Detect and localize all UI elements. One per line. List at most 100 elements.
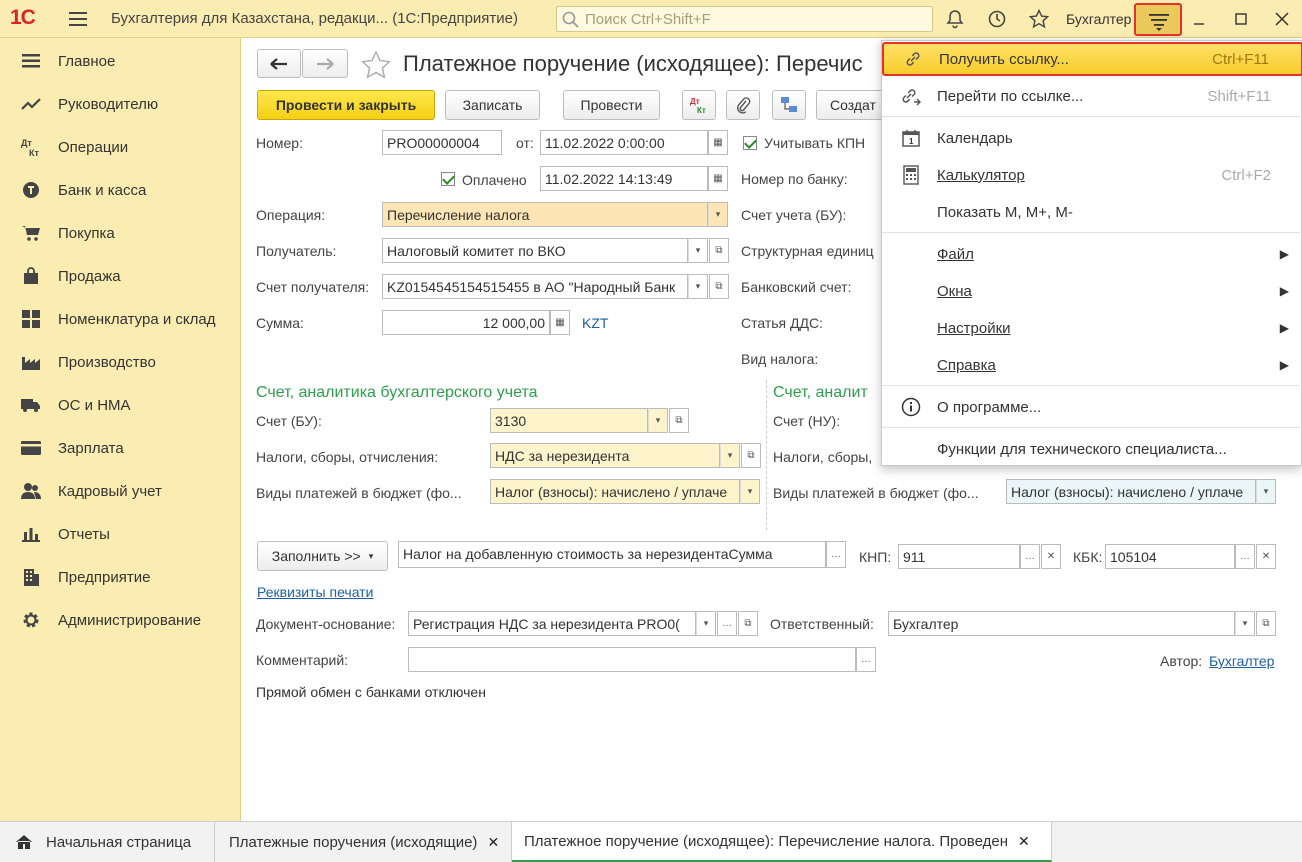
calculator-icon[interactable]: ▦ [550,310,570,335]
close-tab-icon[interactable]: ✕ [1018,833,1030,850]
kbk-select-icon[interactable]: … [1235,544,1255,569]
comment-expand-icon[interactable]: … [856,647,876,672]
menu-item-shortcut: Ctrl+F11 [1212,50,1269,68]
post-and-close-button[interactable]: Провести и закрыть [257,90,435,120]
recipient-open-icon[interactable]: ⧉ [709,238,729,263]
payments-nu-field[interactable]: Налог (взносы): начислено / уплаче [1006,479,1256,504]
sum-field[interactable]: 12 000,00 [382,310,550,335]
sidebar-item[interactable]: Продажа [0,257,240,295]
calendar-picker-icon[interactable]: ▦ [708,130,728,155]
dt-kt-button[interactable]: Дт Кт [682,90,716,120]
recipient-field[interactable]: Налоговый комитет по ВКО [382,238,688,263]
dt-kt-icon: ДтКт [21,137,41,157]
attach-button[interactable] [726,90,760,120]
kbk-clear-icon[interactable]: ✕ [1256,544,1276,569]
payment-purpose-field[interactable]: Налог на добавленную стоимость за нерези… [398,541,826,568]
sidebar-item[interactable]: Производство [0,343,240,381]
recipient-account-field[interactable]: KZ0154545154515455 в АО "Народный Банк [382,274,688,299]
forward-button[interactable] [302,49,348,78]
payments-nu-dropdown-icon[interactable]: ▾ [1256,479,1276,504]
sidebar-item[interactable]: Банк и касса [0,171,240,209]
menu-item-calculator[interactable]: Калькулятор Ctrl+F2 [882,157,1302,193]
payments-field[interactable]: Налог (взносы): начислено / уплаче [490,479,740,504]
operation-field[interactable]: Перечисление налога [382,202,708,227]
sidebar-item[interactable]: ОС и НМА [0,386,240,424]
paid-date-field[interactable]: 11.02.2022 14:13:49 [540,166,708,191]
history-icon[interactable] [987,9,1007,29]
calendar-picker-icon[interactable]: ▦ [708,166,728,191]
currency-link[interactable]: KZT [582,315,608,331]
menu-item-settings[interactable]: Настройки ▶ [882,310,1302,346]
tab-current-document[interactable]: Платежное поручение (исходящее): Перечис… [512,822,1052,862]
functions-menu-button[interactable] [1134,3,1182,36]
base-doc-select-icon[interactable]: … [717,611,737,636]
comment-field[interactable] [408,647,856,672]
menu-item-goto-link[interactable]: Перейти по ссылке... Shift+F11 [882,78,1302,114]
back-button[interactable] [257,49,301,78]
recipient-dropdown-icon[interactable]: ▾ [688,238,708,263]
purpose-expand-icon[interactable]: … [826,541,846,568]
close-icon[interactable] [1272,9,1292,29]
sidebar-item[interactable]: Кадровый учет [0,472,240,510]
sidebar-item[interactable]: Предприятие [0,558,240,596]
tab-payment-orders-list[interactable]: Платежные поручения (исходящие) ✕ [215,822,512,862]
menu-item-calendar[interactable]: 1 Календарь [882,120,1302,156]
knp-field[interactable]: 911 [898,544,1020,569]
taxes-open-icon[interactable]: ⧉ [741,443,761,468]
main-menu-icon[interactable] [68,9,88,29]
responsible-dropdown-icon[interactable]: ▾ [1235,611,1255,636]
print-details-link[interactable]: Реквизиты печати [257,584,373,600]
kbk-field[interactable]: 105104 [1105,544,1235,569]
minimize-icon[interactable] [1189,9,1209,29]
recipient-account-open-icon[interactable]: ⧉ [709,274,729,299]
menu-item-tech-functions[interactable]: Функции для технического специалиста... [882,431,1302,467]
author-link[interactable]: Бухгалтер [1209,653,1274,669]
sidebar-item[interactable]: Отчеты [0,515,240,553]
acc-bu-dropdown-icon[interactable]: ▾ [648,408,668,433]
structure-button[interactable] [772,90,806,120]
menu-item-get-link[interactable]: Получить ссылку... Ctrl+F11 [882,42,1302,76]
sidebar-item[interactable]: Зарплата [0,429,240,467]
create-based-on-button[interactable]: Создат [816,90,886,120]
date-field[interactable]: 11.02.2022 0:00:00 [540,130,708,155]
sidebar-item[interactable]: Дт Кт Операции [0,128,240,166]
menu-item-show-memory[interactable]: Показать М, М+, М- [882,194,1302,230]
maximize-icon[interactable] [1231,9,1251,29]
taxes-dropdown-icon[interactable]: ▾ [720,443,740,468]
favorite-star-icon[interactable] [360,50,392,83]
sidebar-item[interactable]: Покупка [0,214,240,252]
knp-clear-icon[interactable]: ✕ [1041,544,1061,569]
paid-checkbox[interactable] [441,172,455,186]
menu-item-about[interactable]: О программе... [882,389,1302,425]
tab-home[interactable]: Начальная страница [0,822,215,862]
sidebar-item[interactable]: Руководителю [0,85,240,123]
base-doc-dropdown-icon[interactable]: ▾ [696,611,716,636]
bell-icon[interactable] [945,9,965,29]
knp-select-icon[interactable]: … [1020,544,1040,569]
search-input[interactable]: Поиск Ctrl+Shift+F [556,6,933,32]
payments-dropdown-icon[interactable]: ▾ [740,479,760,504]
user-name[interactable]: Бухгалтер [1066,11,1131,27]
favorites-star-icon[interactable] [1028,8,1050,29]
number-field[interactable]: PRO00000004 [382,130,502,155]
menu-item-help[interactable]: Справка ▶ [882,347,1302,383]
kpn-checkbox[interactable] [743,136,757,150]
fill-button[interactable]: Заполнить >> ▾ [257,541,388,571]
sidebar-item[interactable]: Администрирование [0,601,240,639]
acc-bu-open-icon[interactable]: ⧉ [669,408,689,433]
operation-dropdown-icon[interactable]: ▾ [708,202,728,227]
responsible-open-icon[interactable]: ⧉ [1256,611,1276,636]
sidebar-item[interactable]: Номенклатура и склад [0,300,240,338]
post-button[interactable]: Провести [563,90,660,120]
responsible-field[interactable]: Бухгалтер [888,611,1235,636]
base-doc-open-icon[interactable]: ⧉ [738,611,758,636]
acc-bu-field[interactable]: 3130 [490,408,648,433]
sidebar-item[interactable]: Главное [0,42,240,80]
menu-item-file[interactable]: Файл ▶ [882,236,1302,272]
menu-item-windows[interactable]: Окна ▶ [882,273,1302,309]
recipient-account-dropdown-icon[interactable]: ▾ [688,274,708,299]
taxes-field[interactable]: НДС за нерезидента [490,443,720,468]
base-doc-field[interactable]: Регистрация НДС за нерезидента PRO0( [408,611,696,636]
close-tab-icon[interactable]: ✕ [487,834,499,851]
save-button[interactable]: Записать [445,90,540,120]
